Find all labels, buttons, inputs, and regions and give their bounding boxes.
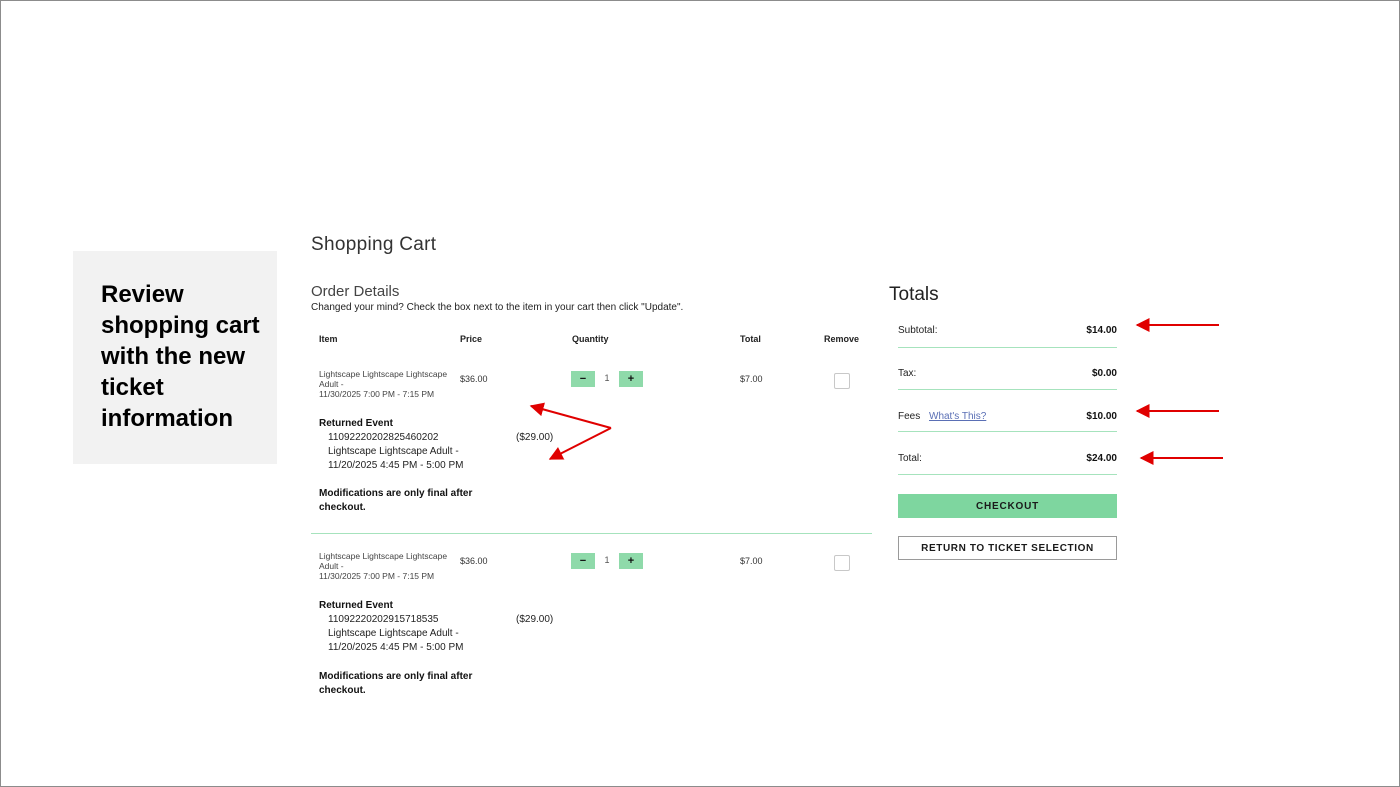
arrow-icon xyxy=(548,427,612,460)
annotation-arrows xyxy=(529,318,1223,465)
arrow-icon xyxy=(529,402,612,429)
arrow-to-returned-event xyxy=(529,402,612,460)
